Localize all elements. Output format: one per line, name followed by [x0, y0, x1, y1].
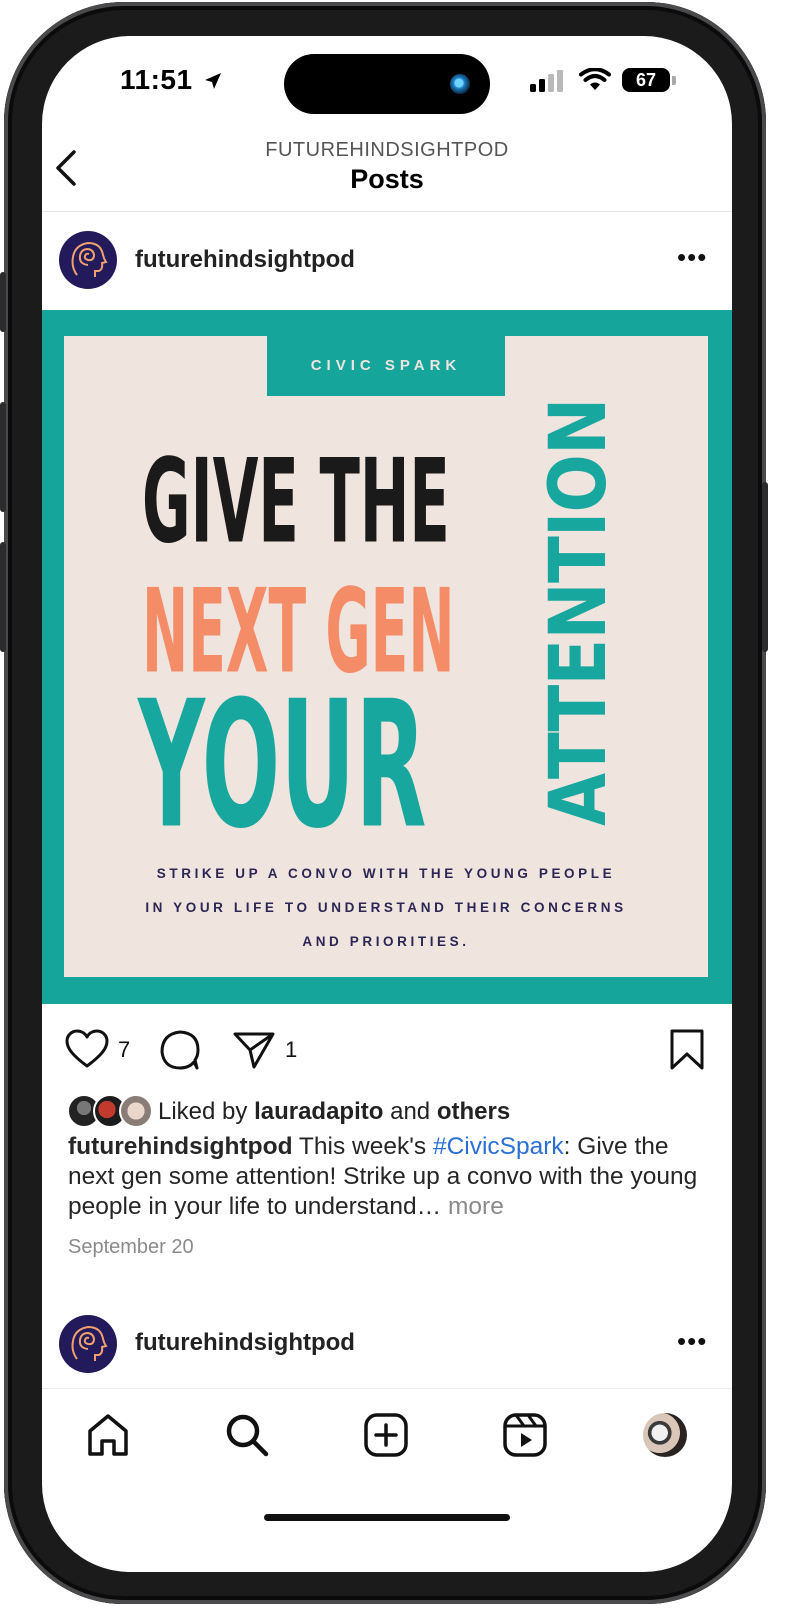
location-arrow-icon [204, 73, 221, 89]
home-icon[interactable] [85, 1412, 131, 1458]
liker-avatars[interactable] [67, 1094, 157, 1128]
next-post-username[interactable]: futurehindsightpod [135, 1329, 355, 1357]
post-date: September 20 [68, 1236, 194, 1258]
poster-line-3: YOUR [138, 663, 427, 868]
header-divider [42, 211, 732, 212]
post-caption: futurehindsightpod This week's #CivicSpa… [68, 1133, 698, 1220]
dynamic-island [284, 54, 490, 114]
volume-up-button [0, 402, 6, 512]
heart-icon[interactable] [64, 1028, 110, 1070]
poster: CIVIC SPARK GIVE THE NEXT GEN YOUR ATTEN… [64, 336, 708, 977]
caption-hashtag[interactable]: #CivicSpark [433, 1133, 564, 1160]
post-image[interactable]: CIVIC SPARK GIVE THE NEXT GEN YOUR ATTEN… [42, 310, 732, 1004]
wifi-icon [579, 68, 611, 90]
home-indicator [264, 1514, 510, 1521]
poster-subline-3: AND PRIORITIES. [302, 934, 470, 949]
camera-lens [450, 74, 470, 94]
next-post-avatar[interactable] [59, 1315, 117, 1373]
liker-avatar [119, 1094, 153, 1128]
screen: 11:51 67 FUTUREHINDSIGHTPOD Posts future… [42, 36, 732, 1572]
tab-bar-divider [42, 1388, 732, 1389]
poster-subline-2: IN YOUR LIFE TO UNDERSTAND THEIR CONCERN… [145, 900, 627, 915]
podcast-logo-icon [71, 241, 108, 277]
share-icon[interactable] [232, 1030, 276, 1070]
new-post-icon[interactable] [363, 1412, 409, 1458]
more-horizontal-icon[interactable]: ••• [677, 1326, 707, 1357]
poster-line-1: GIVE THE [142, 434, 450, 569]
podcast-logo-icon [71, 1325, 108, 1361]
liked-by-text[interactable]: Liked by lauradapito and others [158, 1098, 510, 1126]
poster-tag: CIVIC SPARK [267, 336, 505, 396]
battery-tip [672, 76, 676, 85]
search-icon[interactable] [224, 1412, 270, 1458]
post-avatar[interactable] [59, 231, 117, 289]
bookmark-icon[interactable] [668, 1028, 706, 1072]
reels-icon[interactable] [502, 1412, 548, 1458]
poster-subline-1: STRIKE UP A CONVO WITH THE YOUNG PEOPLE [156, 866, 616, 881]
poster-vertical-word: ATTENTION [534, 398, 624, 826]
caption-more-link[interactable]: more [441, 1193, 504, 1220]
post-username[interactable]: futurehindsightpod [135, 246, 355, 274]
profile-avatar[interactable] [643, 1413, 687, 1457]
header-account-name: FUTUREHINDSIGHTPOD [265, 139, 509, 161]
battery-icon: 67 [622, 68, 670, 92]
mute-switch [0, 272, 6, 332]
power-button [762, 482, 768, 652]
volume-down-button [0, 542, 6, 652]
page-title: Posts [350, 164, 424, 194]
phone-frame: 11:51 67 FUTUREHINDSIGHTPOD Posts future… [0, 2, 768, 1604]
share-count[interactable]: 1 [285, 1037, 297, 1063]
caption-username[interactable]: futurehindsightpod [68, 1133, 293, 1160]
comment-icon[interactable] [158, 1028, 202, 1072]
status-time: 11:51 [120, 64, 223, 96]
more-horizontal-icon[interactable]: ••• [677, 242, 707, 273]
like-count[interactable]: 7 [118, 1037, 130, 1063]
signal-icon [530, 70, 563, 92]
